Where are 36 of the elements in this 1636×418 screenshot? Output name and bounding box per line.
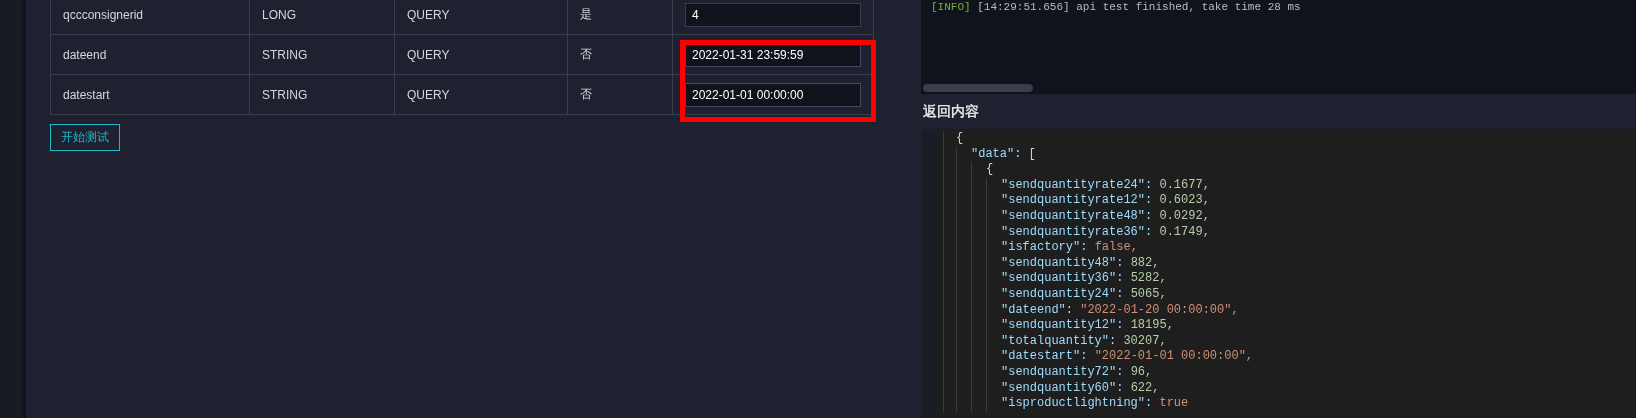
code-line: "sendquantityrate12": 0.6023, (1001, 193, 1210, 208)
code-line: { (956, 131, 964, 145)
scrollbar-thumb[interactable] (923, 84, 1033, 92)
table-cell: STRING (249, 74, 395, 115)
code-line: "sendquantityrate36": 0.1749, (1001, 224, 1210, 239)
code-line: "totalquantity": 30207, (1001, 333, 1167, 348)
table-cell: QUERY (394, 34, 568, 75)
table-cell: qccconsignerid (50, 0, 250, 35)
code-line: "sendquantity72": 96, (1001, 364, 1153, 379)
section-title: 返回内容 (922, 102, 980, 121)
input-field[interactable]: 4 (685, 2, 861, 27)
code-line: "sendquantityrate48": 0.0292, (1001, 208, 1210, 223)
log-line: [INFO] [14:29:51.656] api test finished, take time 28 ms (931, 1, 1302, 13)
table-cell: STRING (249, 34, 395, 75)
table-cell: datestart (50, 74, 250, 115)
code-line: "data": [ (971, 146, 1036, 161)
code-line: "sendquantity36": 5282, (1001, 271, 1167, 286)
code-line: "datestart": "2022-01-01 00:00:00", (1001, 349, 1254, 364)
table-cell: 否 (567, 34, 673, 75)
table-cell: QUERY (394, 74, 568, 115)
input-field[interactable]: 2022-01-01 00:00:00 (685, 82, 861, 107)
start-test-button[interactable]: 开始测试 (50, 124, 120, 151)
table-cell: LONG (249, 0, 395, 35)
table-cell: dateend (50, 34, 250, 75)
table-cell: QUERY (394, 0, 568, 35)
code-line: "sendquantity24": 5065, (1001, 286, 1167, 301)
table-cell: 是 (567, 0, 673, 35)
code-line: "sendquantity12": 18195, (1001, 318, 1174, 333)
code-line: "sendquantityrate24": 0.1677, (1001, 177, 1210, 192)
code-line: "dateend": "2022-01-20 00:00:00", (1001, 302, 1239, 317)
code-line: "isproductlightning": true (1001, 396, 1189, 411)
table-cell: 否 (567, 74, 673, 115)
code-line: { (986, 162, 994, 177)
code-line: "sendquantity60": 622, (1001, 380, 1160, 395)
code-line: "sendquantity48": 882, (1001, 255, 1160, 270)
code-line: "isfactory": false, (1001, 240, 1138, 255)
